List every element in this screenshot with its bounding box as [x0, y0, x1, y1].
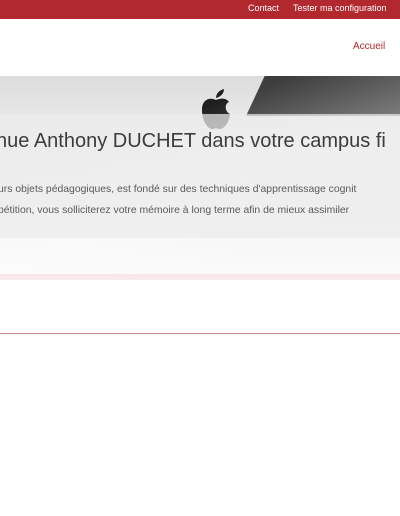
hero-banner: nue Anthony DUCHET dans votre campus fi …: [0, 76, 400, 280]
main-navigation: Accueil: [0, 19, 400, 77]
hero-title: nue Anthony DUCHET dans votre campus fi: [0, 130, 386, 152]
nav-item-accueil[interactable]: Accueil: [353, 41, 385, 52]
hero-description-line-1: urs objets pédagogiques, est fondé sur d…: [0, 184, 357, 195]
contact-link[interactable]: Contact: [248, 3, 279, 13]
hero-bottom-fade: [0, 274, 400, 280]
top-bar: Contact Tester ma configuration: [0, 0, 400, 19]
section-divider: [0, 333, 400, 334]
tester-configuration-link[interactable]: Tester ma configuration: [293, 3, 387, 13]
hero-description-line-2: pétition, vous solliciterez votre mémoir…: [0, 205, 350, 216]
